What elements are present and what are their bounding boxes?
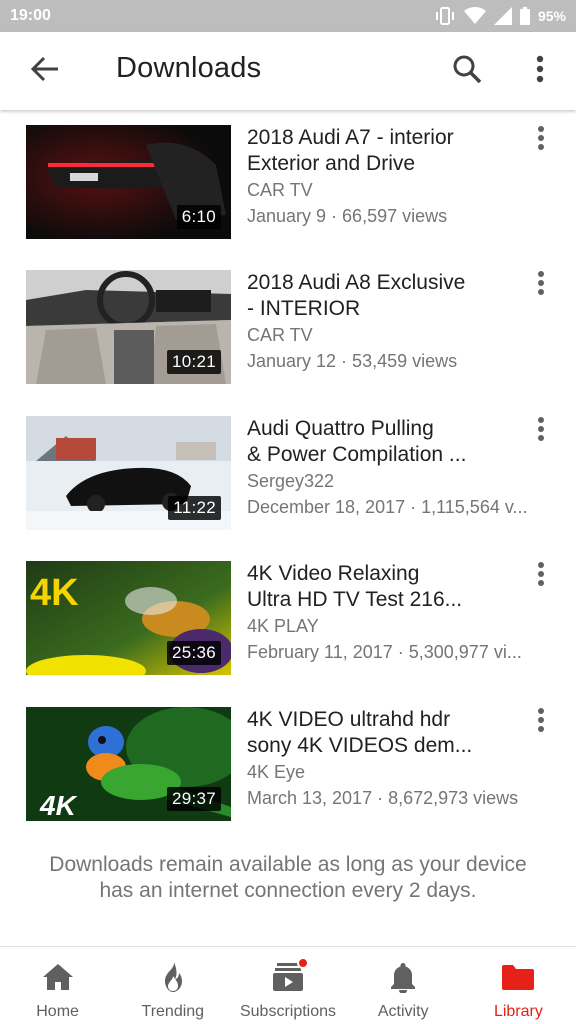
battery-percent: 95% (537, 8, 566, 24)
more-vert-icon (537, 707, 545, 738)
video-item[interactable]: 4K 29:37 4K VIDEO ultrahd hdr sony 4K VI… (0, 707, 576, 827)
wifi-icon (463, 7, 486, 25)
video-duration: 29:37 (166, 787, 221, 811)
video-thumbnail[interactable]: 11:22 (26, 416, 231, 530)
search-icon (452, 54, 482, 89)
nav-item-subscriptions[interactable]: Subscriptions (230, 947, 345, 1024)
thumbnail-4k-logo: 4K (30, 572, 79, 614)
bell-icon (389, 961, 417, 993)
flame-icon (160, 961, 186, 993)
video-thumbnail[interactable]: 10:21 (26, 270, 231, 384)
video-channel: CAR TV (247, 325, 313, 345)
notification-dot (297, 957, 309, 969)
search-button[interactable] (450, 54, 484, 88)
video-title: Audi Quattro Pulling & Power Compilation… (247, 416, 517, 468)
video-meta: March 13, 2017 · 8,672,973 views (247, 788, 519, 808)
video-duration: 11:22 (168, 496, 221, 520)
video-meta: February 11, 2017 · 5,300,977 vi... (247, 642, 522, 662)
app-bar: Downloads (0, 32, 576, 110)
video-channel: 4K PLAY (247, 616, 319, 636)
video-channel: Sergey322 (247, 471, 335, 491)
video-options-button[interactable] (530, 416, 552, 446)
video-options-button[interactable] (530, 270, 552, 300)
video-meta: January 9 · 66,597 views (247, 206, 448, 226)
video-title-line: 2018 Audi A8 Exclusive (247, 271, 466, 294)
thumbnail-4k-logo: 4K (39, 790, 78, 821)
nav-label: Subscriptions (239, 1003, 337, 1020)
video-title-line: 4K VIDEO ultrahd hdr (247, 708, 451, 731)
video-title-line: Ultra HD TV Test 216... (247, 588, 463, 611)
more-vert-icon (536, 55, 544, 88)
video-options-button[interactable] (530, 561, 552, 591)
video-thumbnail[interactable]: 4K 29:37 (26, 707, 231, 821)
video-title-line: & Power Compilation ... (247, 443, 467, 466)
video-item[interactable]: 11:22 Audi Quattro Pulling & Power Compi… (0, 416, 576, 536)
video-thumbnail[interactable]: 6:10 (26, 125, 231, 239)
bottom-navigation: Home Trending Subscriptions Activity Lib… (0, 946, 576, 1024)
more-vert-icon (537, 561, 545, 592)
video-meta: December 18, 2017 · 1,115,564 v... (247, 497, 528, 517)
back-button[interactable] (26, 54, 64, 88)
notice-line: has an internet connection every 2 days. (99, 879, 477, 902)
nav-item-trending[interactable]: Trending (115, 947, 230, 1024)
video-title: 4K VIDEO ultrahd hdr sony 4K VIDEOS dem.… (247, 707, 517, 759)
video-title-line: Exterior and Drive (247, 152, 416, 175)
more-vert-icon (537, 416, 545, 447)
more-vert-icon (537, 270, 545, 301)
battery-icon (519, 7, 530, 25)
video-options-button[interactable] (530, 707, 552, 737)
folder-icon (502, 961, 535, 993)
video-title: 2018 Audi A7 - interior Exterior and Dri… (247, 125, 517, 177)
video-item[interactable]: 4K 25:36 4K Video Relaxing Ultra HD TV T… (0, 561, 576, 681)
arrow-back-icon (30, 56, 59, 87)
status-time: 19:00 (10, 7, 51, 24)
video-channel: 4K Eye (247, 762, 306, 782)
video-title-line: Audi Quattro Pulling (247, 417, 434, 440)
video-thumbnail[interactable]: 4K 25:36 (26, 561, 231, 675)
video-meta: January 12 · 53,459 views (247, 351, 458, 371)
status-bar: 19:00 95% (0, 0, 576, 32)
nav-label: Trending (141, 1003, 205, 1020)
home-icon (42, 961, 74, 993)
cell-signal-icon (493, 7, 512, 25)
more-options-button[interactable] (528, 54, 552, 88)
video-options-button[interactable] (530, 125, 552, 155)
video-duration: 6:10 (176, 205, 221, 229)
more-vert-icon (537, 125, 545, 156)
video-title-line: 2018 Audi A7 - interior (247, 126, 454, 149)
notice-line: Downloads remain available as long as yo… (49, 853, 527, 876)
video-title-line: - INTERIOR (247, 297, 361, 320)
downloads-notice: Downloads remain available as long as yo… (20, 852, 556, 904)
subscriptions-icon (273, 957, 309, 993)
video-duration: 10:21 (166, 350, 221, 374)
video-title: 4K Video Relaxing Ultra HD TV Test 216..… (247, 561, 517, 613)
video-title-line: 4K Video Relaxing (247, 562, 420, 585)
video-item[interactable]: 6:10 2018 Audi A7 - interior Exterior an… (0, 125, 576, 245)
video-title: 2018 Audi A8 Exclusive - INTERIOR (247, 270, 517, 322)
video-title-line: sony 4K VIDEOS dem... (247, 734, 473, 757)
nav-label: Activity (377, 1003, 429, 1020)
nav-label: Library (493, 1003, 543, 1020)
nav-item-library[interactable]: Library (461, 947, 576, 1024)
nav-label: Home (36, 1003, 79, 1020)
vibrate-icon (434, 7, 456, 25)
nav-item-home[interactable]: Home (0, 947, 115, 1024)
page-title: Downloads (116, 52, 262, 84)
nav-item-activity[interactable]: Activity (346, 947, 461, 1024)
video-channel: CAR TV (247, 180, 313, 200)
video-item[interactable]: 10:21 2018 Audi A8 Exclusive - INTERIOR … (0, 270, 576, 390)
video-duration: 25:36 (166, 641, 221, 665)
status-icons: 95% (434, 7, 566, 25)
